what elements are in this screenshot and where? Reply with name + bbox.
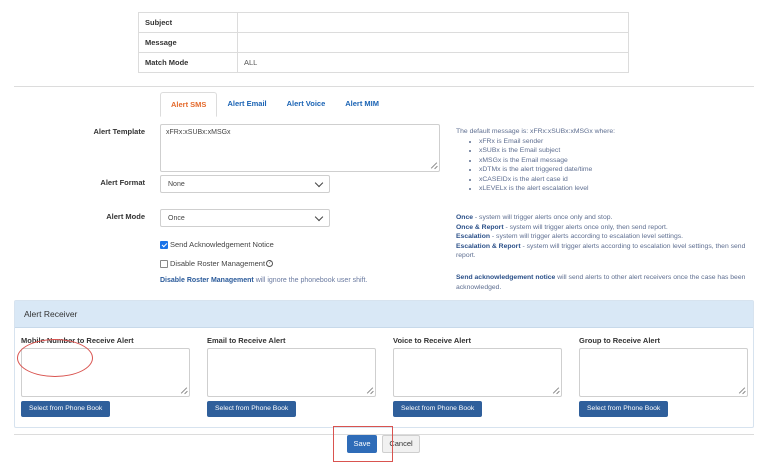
ack-checkbox-row[interactable]: Send Acknowledgement Notice: [160, 240, 274, 249]
alert-format-label: Alert Format: [100, 178, 145, 187]
alert-tabs: Alert SMS Alert Email Alert Voice Alert …: [160, 92, 389, 117]
template-help-item: xSUBx is the Email subject: [479, 146, 756, 156]
mode-help-text: - system will trigger alerts once only, …: [503, 223, 668, 231]
alert-template-label: Alert Template: [93, 127, 145, 136]
mode-help-line: Escalation & Report - system will trigge…: [456, 242, 756, 261]
summary-value: [237, 12, 629, 33]
roster-checkbox-label: Disable Roster Management: [170, 259, 266, 269]
voice-receiver-textarea[interactable]: [393, 348, 562, 397]
roster-note-term: Disable Roster Management: [160, 277, 254, 284]
mode-help-term: Escalation & Report: [456, 242, 521, 250]
ack-help-term: Send acknowledgement notice: [456, 274, 556, 281]
chevron-down-icon: [314, 178, 324, 188]
email-receiver-label: Email to Receive Alert: [207, 336, 286, 345]
template-help: The default message is: xFRx:xSUBx:xMSGx…: [456, 127, 756, 194]
alert-mode-select[interactable]: Once: [160, 209, 330, 227]
mode-help-line: Once & Report - system will trigger aler…: [456, 223, 756, 233]
voice-receiver-label: Voice to Receive Alert: [393, 336, 471, 345]
summary-key: Message: [138, 32, 238, 53]
resize-grip-icon[interactable]: [180, 387, 187, 394]
tab-alert-sms[interactable]: Alert SMS: [160, 92, 218, 117]
template-help-item: xFRx is Email sender: [479, 137, 756, 147]
summary-row-subject: Subject: [138, 12, 629, 33]
roster-checkbox-row[interactable]: Disable Roster Management?: [160, 259, 274, 269]
template-help-list: xFRx is Email sender xSUBx is the Email …: [456, 137, 756, 194]
email-select-phonebook-button[interactable]: Select from Phone Book: [207, 401, 297, 417]
template-help-item: xCASEIDx is the alert case id: [479, 175, 756, 185]
alert-template-value: xFRx:xSUBx:xMSGx: [166, 129, 231, 136]
group-receiver-textarea[interactable]: [579, 348, 748, 397]
mode-help-term: Once & Report: [456, 223, 504, 231]
group-receiver-label: Group to Receive Alert: [579, 336, 660, 345]
template-help-intro: The default message is: xFRx:xSUBx:xMSGx…: [456, 128, 616, 135]
divider: [14, 86, 754, 87]
summary-key: Match Mode: [138, 52, 238, 73]
case-summary-table: Subject Message Match Mode ALL: [138, 12, 629, 73]
mode-help-line: Once - system will trigger alerts once o…: [456, 213, 756, 223]
resize-grip-icon[interactable]: [552, 387, 559, 394]
summary-row-match-mode: Match Mode ALL: [138, 52, 629, 73]
mode-help-text: - system will trigger alerts once only a…: [473, 214, 613, 221]
ack-checkbox[interactable]: [160, 240, 168, 249]
alert-mode-value: Once: [168, 215, 185, 222]
resize-grip-icon[interactable]: [738, 387, 745, 394]
summary-value: [237, 32, 629, 53]
mode-help-term: Escalation: [456, 233, 490, 240]
alert-template-textarea[interactable]: xFRx:xSUBx:xMSGx: [160, 124, 440, 172]
group-select-phonebook-button[interactable]: Select from Phone Book: [579, 401, 669, 417]
alert-format-select[interactable]: None: [160, 175, 330, 193]
template-help-item: xLEVELx is the alert escalation level: [479, 184, 756, 194]
info-icon[interactable]: ?: [266, 260, 274, 268]
ack-help: Send acknowledgement notice will send al…: [456, 273, 754, 292]
alert-format-value: None: [168, 181, 185, 188]
mode-help-text: - system will trigger alerts according t…: [490, 233, 684, 240]
mobile-select-phonebook-button[interactable]: Select from Phone Book: [21, 401, 111, 417]
summary-value: ALL: [237, 52, 629, 73]
tab-alert-email[interactable]: Alert Email: [217, 92, 276, 117]
roster-checkbox[interactable]: [160, 259, 168, 268]
roster-note-text: will ignore the phonebook user shift.: [253, 277, 368, 284]
resize-grip-icon[interactable]: [366, 387, 373, 394]
alert-receiver-title: Alert Receiver: [15, 301, 753, 328]
highlight-box: [333, 426, 393, 462]
tab-alert-voice[interactable]: Alert Voice: [277, 92, 336, 117]
voice-select-phonebook-button[interactable]: Select from Phone Book: [393, 401, 483, 417]
roster-note: Disable Roster Management will ignore th…: [160, 276, 367, 285]
resize-grip-icon[interactable]: [430, 162, 437, 169]
email-receiver-textarea[interactable]: [207, 348, 376, 397]
chevron-down-icon: [314, 212, 324, 222]
summary-row-message: Message: [138, 32, 629, 53]
mode-help: Once - system will trigger alerts once o…: [456, 213, 756, 261]
mode-help-term: Once: [456, 214, 473, 221]
tab-alert-mim[interactable]: Alert MIM: [335, 92, 389, 117]
ack-checkbox-label: Send Acknowledgement Notice: [170, 240, 274, 250]
mode-help-line: Escalation - system will trigger alerts …: [456, 232, 756, 242]
highlight-ellipse: [17, 339, 93, 377]
summary-key: Subject: [138, 12, 238, 33]
template-help-item: xDTMx is the alert triggered date/time: [479, 165, 756, 175]
alert-mode-label: Alert Mode: [106, 212, 145, 221]
template-help-item: xMSGx is the Email message: [479, 156, 756, 166]
